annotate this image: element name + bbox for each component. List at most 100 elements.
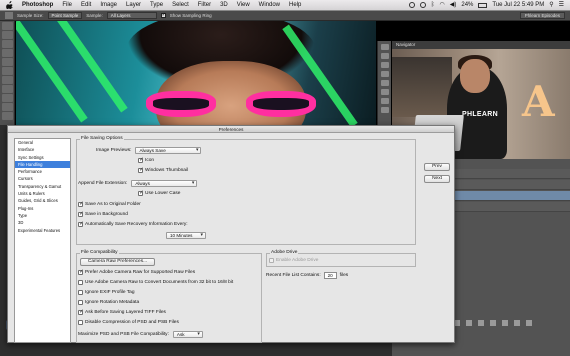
menu-file[interactable]: File <box>62 2 72 8</box>
auto-save-interval-select[interactable]: 10 Minutes <box>166 232 206 239</box>
menu-view[interactable]: View <box>237 2 250 8</box>
preferences-content: File Saving Options Image Previews: Alwa… <box>76 136 426 343</box>
menu-app-name[interactable]: Photoshop <box>22 2 53 8</box>
category-interface[interactable]: Interface <box>15 146 70 153</box>
category-guides-grid[interactable]: Guides, Grid & Slices <box>15 197 70 204</box>
battery-percent[interactable]: 24% <box>461 2 473 8</box>
eyedropper-tool-icon[interactable] <box>2 67 13 75</box>
next-button[interactable]: Next <box>424 175 450 183</box>
history-panel-icon[interactable] <box>381 44 389 50</box>
category-performance[interactable]: Performance <box>15 168 70 175</box>
recent-files-input[interactable]: 20 <box>323 272 337 279</box>
actions-panel-icon[interactable] <box>381 53 389 59</box>
ask-tiff-checkbox[interactable] <box>78 309 84 315</box>
category-units-rulers[interactable]: Units & Rulers <box>15 190 70 197</box>
new-group-icon[interactable] <box>502 320 508 326</box>
menu-filter[interactable]: Filter <box>198 2 211 8</box>
add-mask-icon[interactable] <box>478 320 484 326</box>
paragraph-panel-icon[interactable] <box>381 107 389 113</box>
use-acr-convert-row: Use Adobe Camera Raw to Convert Document… <box>78 280 233 285</box>
history-brush-tool-icon[interactable] <box>2 103 13 111</box>
adjustments-panel-icon[interactable] <box>381 80 389 86</box>
stamp-tool-icon[interactable] <box>2 94 13 102</box>
video-shelf <box>392 57 452 117</box>
image-previews-select[interactable]: Always Save <box>135 147 202 154</box>
menu-3d[interactable]: 3D <box>220 2 228 8</box>
category-plugins[interactable]: Plug-Ins <box>15 205 70 212</box>
sample-size-select[interactable]: Point Sample <box>47 12 83 19</box>
save-in-background-checkbox[interactable] <box>78 211 84 217</box>
search-icon[interactable]: ⚲ <box>549 2 553 8</box>
gear-icon[interactable] <box>419 2 426 8</box>
append-extension-select[interactable]: Always <box>131 180 198 187</box>
maximize-compat-select[interactable]: Ask <box>172 331 203 338</box>
show-ring-label: Show Sampling Ring <box>169 13 212 18</box>
brush-panel-icon[interactable] <box>381 89 389 95</box>
bluetooth-icon[interactable]: ᛒ <box>431 2 435 8</box>
eraser-tool-icon[interactable] <box>2 112 13 120</box>
battery-icon[interactable] <box>478 2 488 8</box>
enable-drive-checkbox[interactable] <box>269 258 274 263</box>
menu-edit[interactable]: Edit <box>81 2 91 8</box>
use-acr-convert-checkbox[interactable] <box>78 280 83 285</box>
status-circle-icon[interactable] <box>408 2 415 8</box>
ignore-rotation-checkbox[interactable] <box>78 300 83 305</box>
append-extension-label: Append File Extension: <box>78 181 128 186</box>
ignore-exif-checkbox[interactable] <box>78 290 83 295</box>
marquee-tool-icon[interactable] <box>2 31 13 39</box>
prefer-acr-checkbox[interactable] <box>78 269 84 275</box>
eyedropper-icon[interactable] <box>5 12 13 19</box>
icon-label: Icon <box>145 158 155 163</box>
icon-checkbox[interactable] <box>138 157 144 163</box>
category-sync-settings[interactable]: Sync Settings <box>15 154 70 161</box>
layer-style-icon[interactable] <box>466 320 472 326</box>
color-panel-icon[interactable] <box>381 62 389 68</box>
quick-select-tool-icon[interactable] <box>2 49 13 57</box>
category-type[interactable]: Type <box>15 212 70 219</box>
windows-thumbnail-label: Windows Thumbnail <box>145 168 189 173</box>
swatches-panel-icon[interactable] <box>381 71 389 77</box>
menu-clock[interactable]: Tue Jul 22 5:49 PM <box>492 2 544 8</box>
new-layer-icon[interactable] <box>514 320 520 326</box>
workspace-switcher[interactable]: Phlearn Episodes <box>519 12 565 19</box>
crop-tool-icon[interactable] <box>2 58 13 66</box>
auto-save-checkbox[interactable] <box>78 221 84 227</box>
menu-select[interactable]: Select <box>172 2 189 8</box>
category-file-handling[interactable]: File Handling <box>15 160 70 169</box>
move-tool-icon[interactable] <box>2 22 13 30</box>
menu-type[interactable]: Type <box>150 2 163 8</box>
menu-layer[interactable]: Layer <box>126 2 141 8</box>
document-canvas[interactable] <box>16 21 376 125</box>
category-experimental[interactable]: Experimental Features <box>15 227 70 234</box>
save-as-original-checkbox[interactable] <box>78 201 84 207</box>
apple-icon[interactable] <box>6 1 13 9</box>
lasso-tool-icon[interactable] <box>2 40 13 48</box>
maximize-compat-label: Maximize PSD and PSB File Compatibility: <box>78 332 169 337</box>
navigator-panel-title[interactable]: Navigator <box>392 41 570 49</box>
volume-icon[interactable]: ◀) <box>450 2 457 8</box>
show-ring-checkbox[interactable] <box>160 12 166 18</box>
lower-case-checkbox[interactable] <box>138 190 144 196</box>
category-transparency[interactable]: Transparency & Gamut <box>15 183 70 190</box>
camera-raw-preferences-button[interactable]: Camera Raw Preferences... <box>80 258 155 266</box>
healing-tool-icon[interactable] <box>2 76 13 84</box>
category-cursors[interactable]: Cursors <box>15 175 70 182</box>
list-icon[interactable]: ☰ <box>559 2 564 8</box>
character-panel-icon[interactable] <box>381 98 389 104</box>
menu-image[interactable]: Image <box>100 2 117 8</box>
menu-window[interactable]: Window <box>259 2 280 8</box>
windows-thumbnail-checkbox[interactable] <box>138 167 144 173</box>
sample-size-label: Sample Size: <box>17 13 44 18</box>
menu-help[interactable]: Help <box>289 2 301 8</box>
trash-icon[interactable] <box>526 320 532 326</box>
file-saving-group <box>76 139 416 245</box>
category-3d[interactable]: 3D <box>15 219 70 226</box>
disable-compression-checkbox[interactable] <box>78 320 83 325</box>
brush-tool-icon[interactable] <box>2 85 13 93</box>
wifi-icon[interactable]: ◠ <box>440 2 445 8</box>
category-general[interactable]: General <box>15 139 70 146</box>
prev-button[interactable]: Prev <box>424 163 450 171</box>
adjustment-layer-icon[interactable] <box>490 320 496 326</box>
sample-select[interactable]: All Layers <box>106 12 157 19</box>
image-previews-row: Image Previews: Always Save <box>96 147 202 154</box>
